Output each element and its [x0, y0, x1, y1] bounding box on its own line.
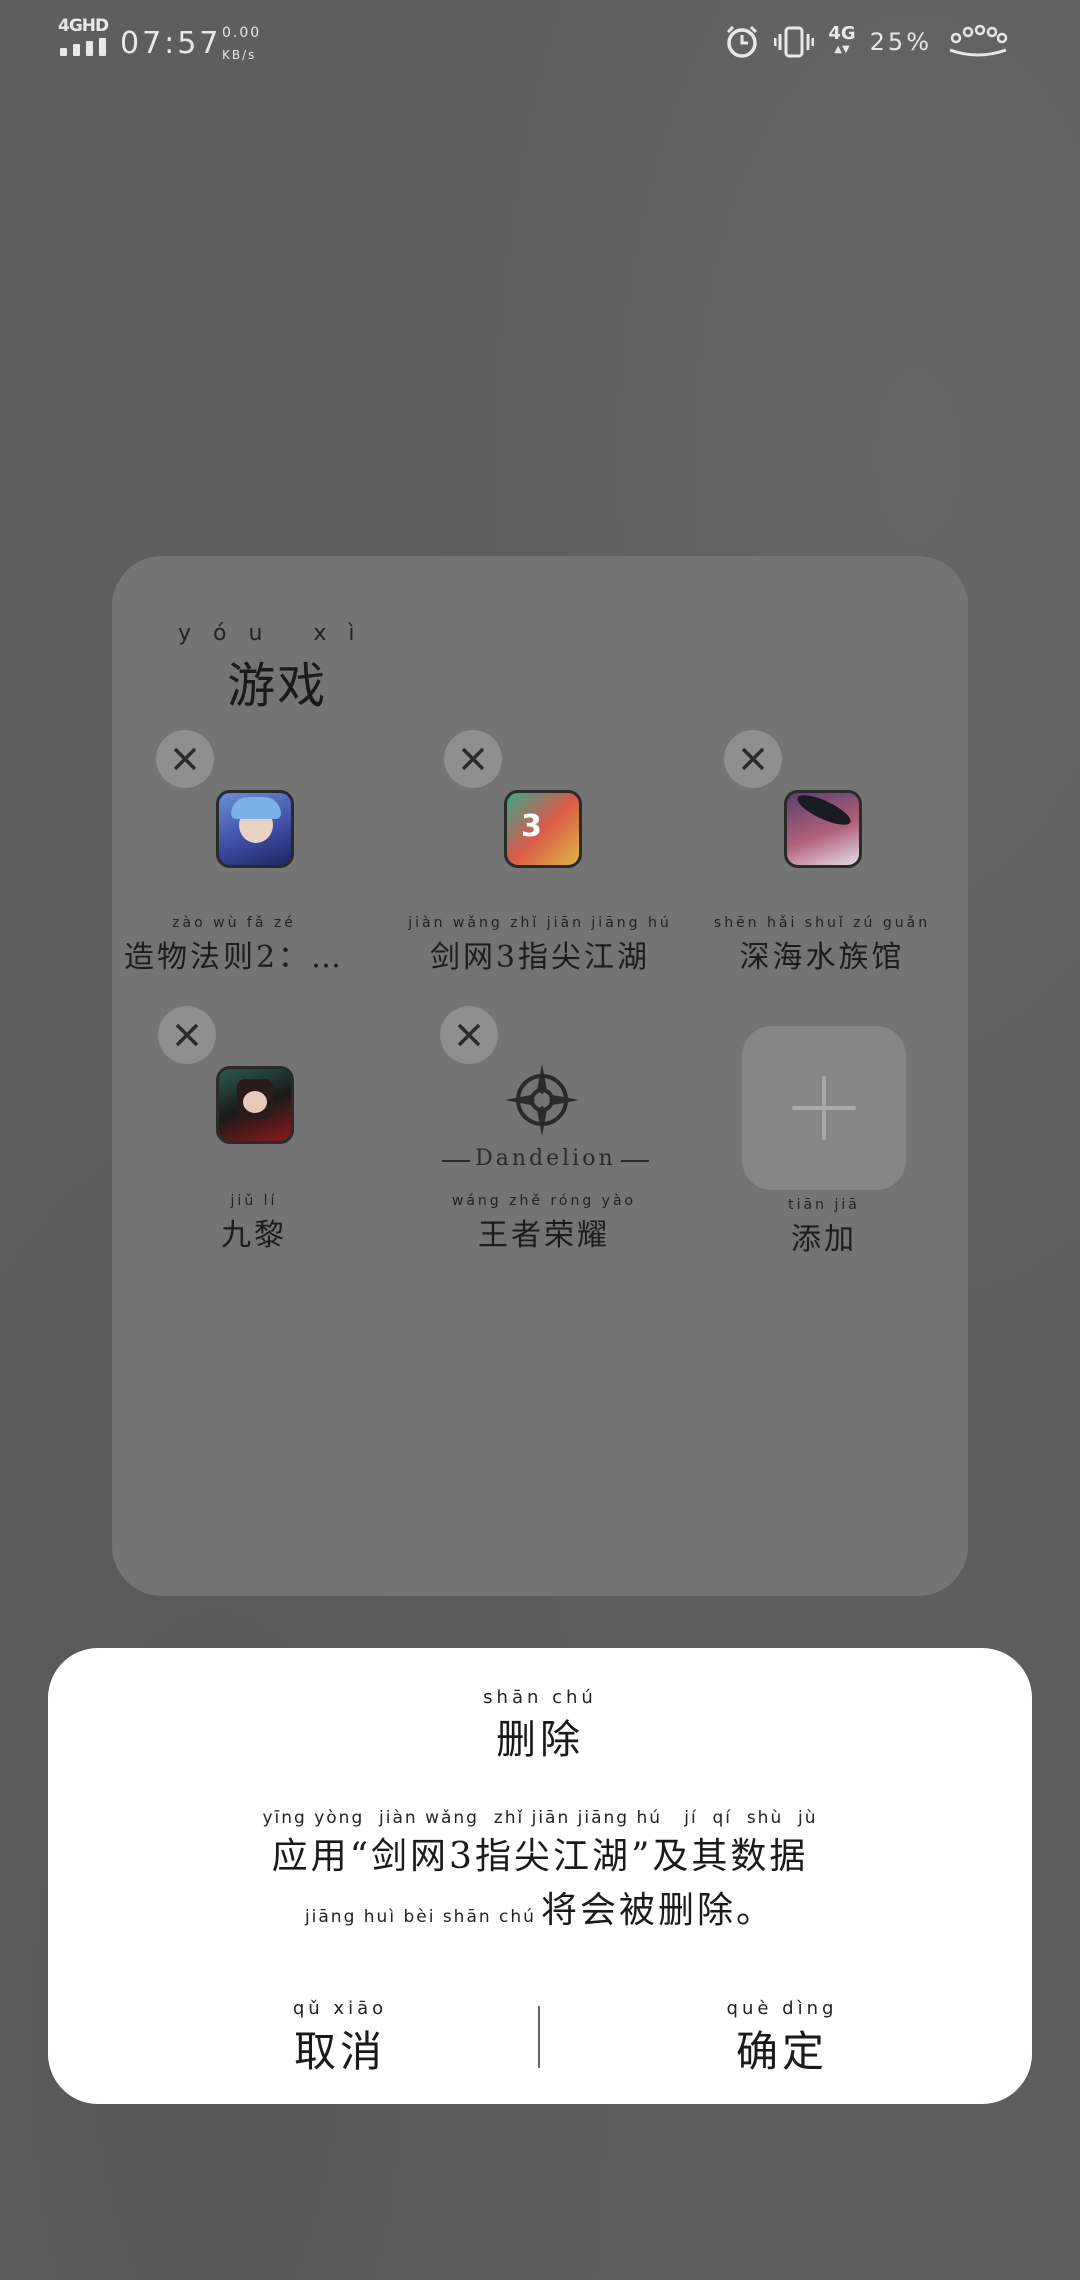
net-speed-value: 0.00	[222, 25, 262, 41]
dialog-message: yīng yòng jiàn wǎng zhǐ jiān jiāng hú jí…	[262, 1808, 818, 1931]
folder-title-text: 游戏	[227, 658, 328, 714]
dialog-title: shān chú 删除	[483, 1687, 597, 1764]
status-icons: 4G ▲▼ 25%	[724, 20, 1010, 64]
button-divider	[538, 2006, 540, 2068]
app-label: wáng zhě róng yào 王者荣耀	[451, 1193, 637, 1253]
dandelion-icon[interactable]: Dandelion	[442, 1062, 649, 1182]
close-icon	[175, 1023, 199, 1047]
app-label: shēn hǎi shuǐ zú guǎn 深海水族馆	[713, 915, 931, 975]
net-speed: 0.00 KB/s	[222, 22, 261, 66]
data-type-icon: 4G ▲▼	[828, 23, 856, 56]
game-icon-jiuli[interactable]	[216, 1066, 294, 1144]
app-folder: yóu xì 游戏 zào wù fǎ zé 造物法则2：… 3 jiàn wǎ…	[112, 556, 968, 1596]
network-type: 4GHD	[58, 16, 109, 36]
game-icon-aquarium[interactable]	[784, 790, 862, 868]
remove-app-button[interactable]	[158, 1006, 216, 1064]
clock: 07:57	[120, 26, 222, 61]
remove-app-button[interactable]	[724, 730, 782, 788]
app-label: zào wù fǎ zé 造物法则2：…	[123, 915, 345, 975]
vibrate-icon	[774, 26, 815, 58]
signal-icon	[60, 38, 106, 56]
add-app-label: tiān jiā 添加	[788, 1197, 860, 1257]
net-speed-unit: KB/s	[222, 48, 257, 62]
app-label: jiǔ lí 九黎	[221, 1193, 287, 1253]
battery-crown-icon	[949, 24, 1008, 57]
folder-title-pinyin: yóu xì	[178, 621, 377, 646]
remove-app-button[interactable]	[156, 730, 214, 788]
compass-icon	[505, 1064, 579, 1136]
battery-percent: 25%	[869, 28, 932, 56]
remove-app-button[interactable]	[440, 1006, 498, 1064]
dandelion-logo-text: Dandelion	[475, 1146, 616, 1171]
game-icon-anime-girl[interactable]	[216, 790, 294, 868]
alarm-icon	[727, 25, 758, 58]
add-app-button[interactable]	[742, 1026, 906, 1190]
close-icon	[173, 747, 197, 771]
app-label: jiàn wǎng zhǐ jiān jiāng hú 剑网3指尖江湖	[408, 915, 672, 975]
confirm-button[interactable]: què dìng 确定	[632, 2000, 932, 2079]
close-icon	[741, 747, 765, 771]
folder-title[interactable]: yóu xì 游戏	[178, 622, 377, 716]
remove-app-button[interactable]	[444, 730, 502, 788]
game-icon-jx3[interactable]: 3	[504, 790, 582, 868]
close-icon	[457, 1023, 481, 1047]
close-icon	[461, 747, 485, 771]
cancel-button[interactable]: qǔ xiāo 取消	[190, 2000, 490, 2079]
delete-confirm-dialog: shān chú 删除 yīng yòng jiàn wǎng zhǐ jiān…	[48, 1648, 1032, 2104]
status-bar: 4GHD 07:57 0.00 KB/s 4G ▲▼ 25%	[0, 0, 1080, 90]
